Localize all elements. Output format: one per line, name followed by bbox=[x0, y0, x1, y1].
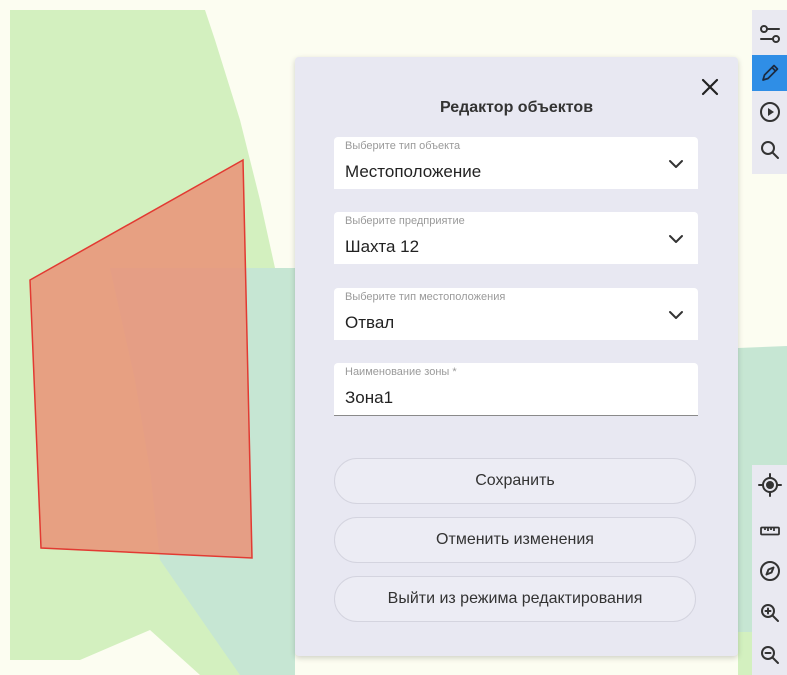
panel-title: Редактор объектов bbox=[439, 99, 594, 116]
enterprise-value: Шахта 12 bbox=[345, 237, 420, 256]
object-editor-panel: Редактор объектов Выберите тип объекта М… bbox=[295, 57, 738, 656]
object-type-select[interactable]: Выберите тип объекта Местоположение bbox=[334, 137, 698, 189]
enterprise-label: Выберите предприятие bbox=[345, 215, 465, 227]
layers-settings-icon bbox=[759, 25, 780, 43]
ruler-icon bbox=[759, 526, 780, 536]
zone-name-value: Зона1 bbox=[345, 388, 394, 407]
chevron-down-icon bbox=[669, 235, 683, 243]
search-button[interactable] bbox=[752, 132, 787, 168]
pencil-icon bbox=[761, 64, 778, 81]
zoom-in-button[interactable] bbox=[752, 595, 787, 631]
enterprise-select[interactable]: Выберите предприятие Шахта 12 bbox=[334, 212, 698, 264]
locate-icon bbox=[757, 473, 782, 497]
close-button[interactable] bbox=[696, 73, 724, 101]
zoom-in-icon bbox=[760, 604, 779, 622]
save-button[interactable]: Сохранить bbox=[334, 458, 696, 504]
compass-button[interactable] bbox=[752, 553, 787, 589]
locate-button[interactable] bbox=[752, 467, 787, 503]
measure-button[interactable] bbox=[752, 513, 787, 549]
location-type-value: Отвал bbox=[345, 313, 395, 332]
zone-name-field[interactable]: Наименование зоны * Зона1 bbox=[334, 363, 698, 416]
object-type-value: Местоположение bbox=[345, 162, 482, 181]
zoom-out-icon bbox=[760, 646, 779, 664]
exit-edit-mode-button[interactable]: Выйти из режима редактирования bbox=[334, 576, 696, 622]
play-icon bbox=[759, 102, 780, 122]
location-type-label: Выберите тип местоположения bbox=[345, 291, 506, 303]
edit-mode-button[interactable] bbox=[752, 55, 787, 91]
play-button[interactable] bbox=[752, 94, 787, 130]
chevron-down-icon bbox=[669, 160, 683, 168]
cancel-changes-button[interactable]: Отменить изменения bbox=[334, 517, 696, 563]
chevron-down-icon bbox=[669, 311, 683, 319]
layers-settings-button[interactable] bbox=[752, 17, 787, 53]
compass-icon bbox=[759, 561, 780, 581]
close-icon bbox=[701, 78, 719, 96]
zoom-out-button[interactable] bbox=[752, 637, 787, 673]
map-toolbar-top bbox=[752, 10, 787, 174]
zone-name-label: Наименование зоны * bbox=[345, 366, 457, 378]
object-type-label: Выберите тип объекта bbox=[345, 140, 461, 152]
location-type-select[interactable]: Выберите тип местоположения Отвал bbox=[334, 288, 698, 340]
search-icon bbox=[760, 141, 779, 159]
map-toolbar-bottom bbox=[752, 465, 787, 675]
